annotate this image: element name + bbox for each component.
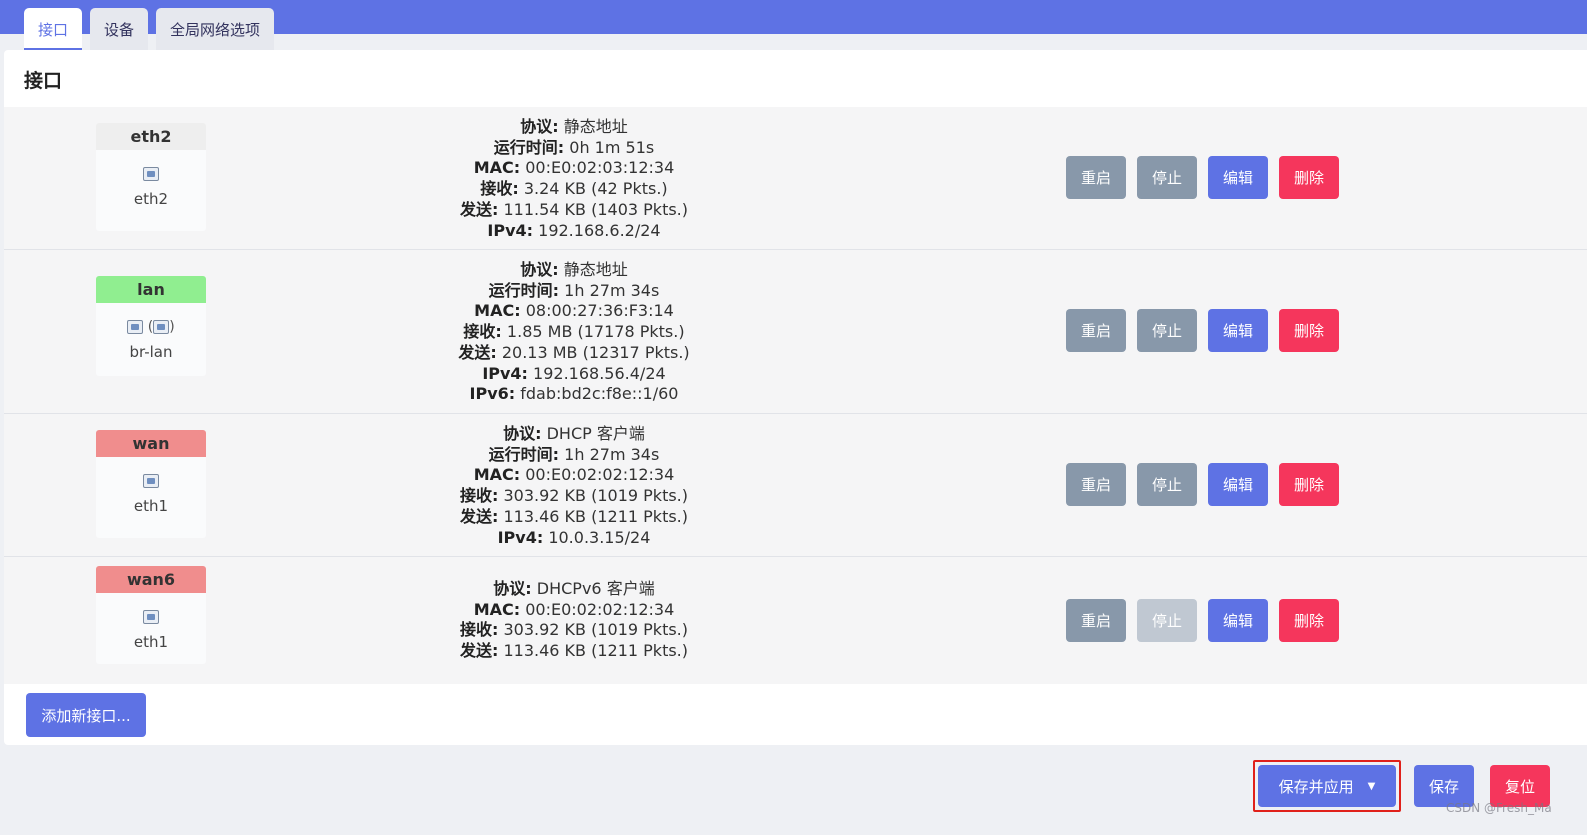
interface-name: lan	[96, 276, 206, 303]
status-tx: 发送: 113.46 KB (1211 Pkts.)	[459, 641, 689, 661]
interface-device: br-lan	[129, 343, 173, 361]
tab-bar: 接口 设备 全局网络选项	[24, 8, 275, 50]
edit-button[interactable]: 编辑	[1208, 599, 1268, 642]
restart-button[interactable]: 重启	[1066, 309, 1126, 352]
interface-badge: wan eth1	[96, 430, 206, 538]
status-tx: 发送: 113.46 KB (1211 Pkts.)	[459, 506, 689, 526]
ethernet-port-icon	[96, 164, 206, 184]
status-mac: MAC: 00:E0:02:02:12:34	[473, 465, 675, 485]
save-and-apply-button[interactable]: 保存并应用 ▼	[1258, 765, 1396, 807]
status-ipv4: IPv4: 10.0.3.15/24	[497, 527, 651, 547]
status-protocol: 协议: DHCPv6 客户端	[493, 579, 655, 598]
status-uptime: 运行时间: 1h 27m 34s	[488, 444, 660, 464]
status-protocol: 协议: 静态地址	[520, 117, 628, 136]
interface-actions: 重启 停止 编辑 删除	[1066, 156, 1339, 199]
delete-button[interactable]: 删除	[1279, 309, 1339, 352]
bridge-icon	[127, 320, 144, 334]
status-protocol: 协议: 静态地址	[520, 260, 628, 279]
interface-badge: lan () br-lan	[96, 276, 206, 376]
interface-row-wan: wan eth1 协议: DHCP 客户端 运行时间: 1h 27m 34s M…	[4, 414, 1587, 557]
status-mac: MAC: 00:E0:02:03:12:34	[473, 158, 675, 178]
interface-device: eth1	[133, 633, 169, 651]
status-tx: 发送: 20.13 MB (12317 Pkts.)	[458, 342, 690, 362]
edit-button[interactable]: 编辑	[1208, 463, 1268, 506]
interface-name: wan	[96, 430, 206, 457]
chevron-down-icon[interactable]: ▼	[1368, 781, 1376, 792]
edit-button[interactable]: 编辑	[1208, 156, 1268, 199]
watermark: CSDN @Fresh_Ma	[1446, 801, 1552, 815]
stop-button[interactable]: 停止	[1137, 309, 1197, 352]
panel-title: 接口	[24, 70, 63, 92]
status-ipv6: IPv6: fdab:bd2c:f8e::1/60	[469, 384, 679, 404]
interface-actions: 重启 停止 编辑 删除	[1066, 463, 1339, 506]
restart-button[interactable]: 重启	[1066, 156, 1126, 199]
interface-badge: eth2 eth2	[96, 123, 206, 231]
interface-row-eth2: eth2 eth2 协议: 静态地址 运行时间: 0h 1m 51s MAC: …	[4, 107, 1587, 250]
interface-device: eth1	[133, 497, 169, 515]
status-uptime: 运行时间: 0h 1m 51s	[493, 137, 655, 157]
interface-badge: wan6 eth1	[96, 566, 206, 664]
interface-row-lan: lan () br-lan 协议: 静态地址 运行时间: 1h 27m 34s …	[4, 250, 1587, 414]
stop-button[interactable]: 停止	[1137, 463, 1197, 506]
delete-button[interactable]: 删除	[1279, 599, 1339, 642]
interface-row-wan6: wan6 eth1 协议: DHCPv6 客户端 MAC: 00:E0:02:0…	[4, 557, 1587, 684]
restart-button[interactable]: 重启	[1066, 463, 1126, 506]
interface-actions: 重启 停止 编辑 删除	[1066, 309, 1339, 352]
bridge-port-icons: ()	[96, 317, 206, 337]
edit-button[interactable]: 编辑	[1208, 309, 1268, 352]
interface-status: 协议: 静态地址 运行时间: 1h 27m 34s MAC: 08:00:27:…	[384, 260, 764, 405]
tab-devices[interactable]: 设备	[90, 8, 149, 50]
add-interface-button[interactable]: 添加新接口...	[26, 693, 146, 737]
delete-button[interactable]: 删除	[1279, 463, 1339, 506]
status-rx: 接收: 1.85 MB (17178 Pkts.)	[463, 322, 685, 342]
ethernet-port-icon	[96, 471, 206, 491]
status-rx: 接收: 303.92 KB (1019 Pkts.)	[459, 620, 689, 640]
status-ipv4: IPv4: 192.168.6.2/24	[487, 220, 661, 240]
status-rx: 接收: 3.24 KB (42 Pkts.)	[480, 179, 668, 199]
status-protocol: 协议: DHCP 客户端	[503, 424, 645, 443]
status-ipv4: IPv4: 192.168.56.4/24	[482, 363, 666, 383]
ethernet-port-icon	[153, 320, 170, 334]
interface-name: wan6	[96, 566, 206, 593]
status-uptime: 运行时间: 1h 27m 34s	[488, 280, 660, 300]
status-rx: 接收: 303.92 KB (1019 Pkts.)	[459, 486, 689, 506]
restart-button[interactable]: 重启	[1066, 599, 1126, 642]
interface-status: 协议: 静态地址 运行时间: 0h 1m 51s MAC: 00:E0:02:0…	[384, 117, 764, 241]
interface-name: eth2	[96, 123, 206, 150]
delete-button[interactable]: 删除	[1279, 156, 1339, 199]
interface-device: eth2	[133, 190, 169, 208]
interfaces-panel: 接口 eth2 eth2 协议: 静态地址 运行时间: 0h 1m 51s MA…	[4, 50, 1587, 745]
stop-button: 停止	[1137, 599, 1197, 642]
tab-global-network-options[interactable]: 全局网络选项	[156, 8, 275, 50]
status-mac: MAC: 08:00:27:36:F3:14	[474, 301, 674, 321]
ethernet-port-icon	[96, 607, 206, 627]
status-mac: MAC: 00:E0:02:02:12:34	[473, 599, 675, 619]
stop-button[interactable]: 停止	[1137, 156, 1197, 199]
interface-status: 协议: DHCPv6 客户端 MAC: 00:E0:02:02:12:34 接收…	[384, 579, 764, 662]
interface-status: 协议: DHCP 客户端 运行时间: 1h 27m 34s MAC: 00:E0…	[384, 424, 764, 548]
tab-interfaces[interactable]: 接口	[24, 8, 83, 50]
status-tx: 发送: 111.54 KB (1403 Pkts.)	[459, 199, 689, 219]
save-and-apply-label: 保存并应用	[1278, 777, 1354, 796]
interface-actions: 重启 停止 编辑 删除	[1066, 599, 1339, 642]
